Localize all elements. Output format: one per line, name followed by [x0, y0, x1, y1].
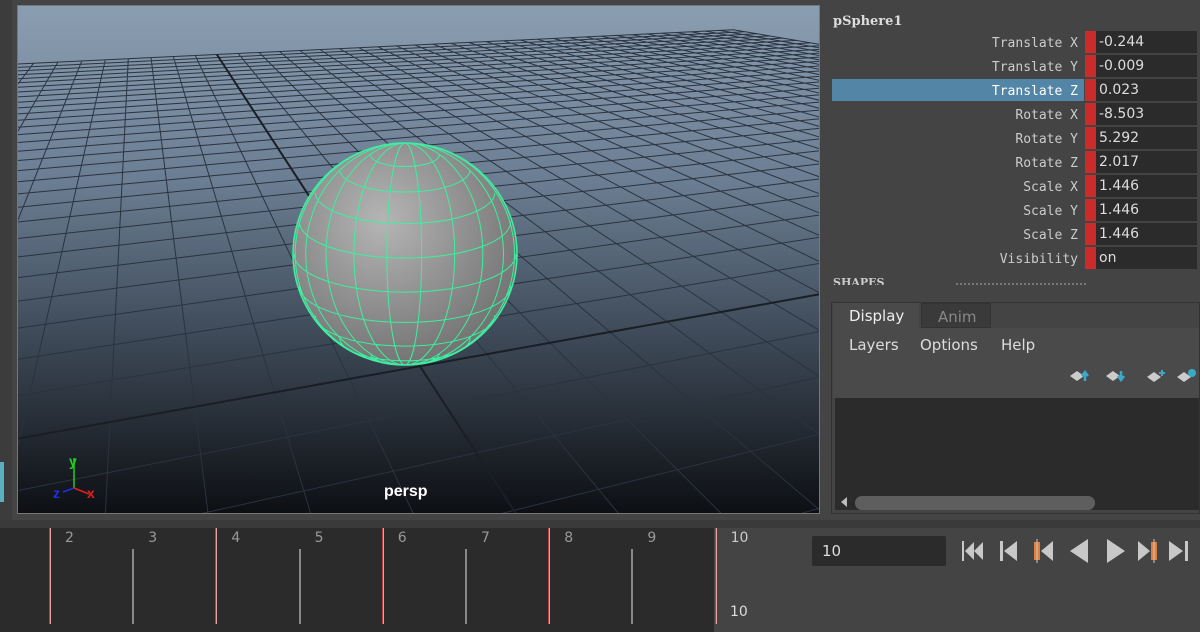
frame-tick	[215, 528, 218, 624]
channel-value-field[interactable]: 1.446	[1096, 199, 1197, 221]
sphere-object[interactable]	[18, 6, 820, 514]
current-frame-field[interactable]: 10	[812, 536, 946, 566]
horizontal-scrollbar[interactable]	[835, 494, 1199, 510]
channel-value-field[interactable]: 1.446	[1096, 223, 1197, 245]
frame-number: 6	[397, 530, 407, 546]
frame-number: 8	[564, 530, 574, 546]
channel-label[interactable]: Scale Y	[832, 199, 1084, 221]
menu-layers[interactable]: Layers	[849, 336, 899, 354]
channel-row[interactable]: Scale Y 1.446	[832, 199, 1198, 221]
move-layer-down-icon[interactable]	[1106, 369, 1128, 383]
scrollbar-thumb[interactable]	[855, 496, 1095, 510]
frame-number: 10	[730, 530, 749, 546]
scroll-left-arrow[interactable]	[841, 497, 847, 507]
keyed-indicator	[1085, 223, 1096, 245]
menu-options[interactable]: Options	[920, 336, 978, 354]
time-slider[interactable]: 10 2 3 4 5 6 7 8 9 10	[0, 528, 797, 632]
channel-row[interactable]: Rotate Z 2.017	[832, 151, 1198, 173]
current-frame-label: 10	[730, 604, 748, 620]
channel-row[interactable]: Scale X 1.446	[832, 175, 1198, 197]
left-shelf-strip	[0, 0, 12, 520]
frame-tick	[465, 549, 467, 624]
keyed-indicator	[1085, 151, 1096, 173]
keyed-indicator	[1085, 55, 1096, 77]
layer-editor: Display Anim Layers Options Help	[831, 302, 1200, 514]
layer-list[interactable]	[835, 398, 1199, 494]
new-layer-selected-icon[interactable]	[1177, 369, 1199, 383]
current-frame-marker[interactable]	[714, 528, 797, 632]
channel-label[interactable]: Rotate Y	[832, 127, 1084, 149]
new-layer-icon[interactable]	[1147, 369, 1169, 383]
channel-row[interactable]: Translate Y -0.009	[832, 55, 1198, 77]
layer-toolbar: Layers Options Help	[833, 328, 1199, 398]
channel-value-field[interactable]: -0.009	[1096, 55, 1197, 77]
step-back-key-button[interactable]	[1031, 538, 1059, 564]
go-to-start-button[interactable]	[960, 538, 988, 564]
channel-value-field[interactable]: 0.023	[1096, 79, 1197, 101]
step-forward-key-button[interactable]	[1135, 538, 1163, 564]
splitter-handle[interactable]	[956, 283, 1086, 285]
keyed-indicator	[1085, 103, 1096, 125]
frame-number: 9	[647, 530, 657, 546]
axis-gizmo: y x z	[53, 453, 95, 501]
frame-number: 2	[65, 530, 74, 546]
frame-number: 7	[481, 530, 490, 546]
axis-z-label: z	[53, 485, 60, 501]
play-backwards-button[interactable]	[1066, 538, 1094, 564]
channel-value-field[interactable]: -0.244	[1096, 31, 1197, 53]
channel-value-field[interactable]: 2.017	[1096, 151, 1197, 173]
frame-tick	[381, 528, 384, 624]
channel-label[interactable]: Scale X	[832, 175, 1084, 197]
object-name[interactable]: pSphere1	[833, 14, 902, 29]
channel-box: pSphere1 Translate X -0.244 Translate Y -0.…	[830, 0, 1200, 298]
play-forwards-button[interactable]	[1101, 538, 1129, 564]
tab-anim[interactable]: Anim	[921, 303, 991, 328]
channel-row[interactable]: Translate Z 0.023	[832, 79, 1198, 101]
frame-tick	[631, 549, 634, 624]
frame-tick	[298, 549, 301, 624]
shapes-section-label[interactable]: SHAPES	[833, 276, 884, 285]
frame-tick	[714, 528, 717, 624]
axis-x-label: x	[87, 485, 95, 501]
frame-tick	[132, 549, 135, 624]
frame-number: 4	[231, 530, 241, 546]
frame-tick	[548, 528, 551, 624]
channel-label[interactable]: Translate X	[832, 31, 1084, 53]
keyed-indicator	[1085, 247, 1096, 269]
channel-row[interactable]: Rotate Y 5.292	[832, 127, 1198, 149]
tab-display[interactable]: Display	[833, 303, 919, 328]
step-back-frame-button[interactable]	[997, 538, 1025, 564]
move-layer-up-icon[interactable]	[1070, 369, 1092, 383]
keyed-indicator	[1085, 127, 1096, 149]
channel-value-field[interactable]: 1.446	[1096, 175, 1197, 197]
channel-label[interactable]: Rotate X	[832, 103, 1084, 125]
keyed-indicator	[1085, 175, 1096, 197]
keyed-indicator	[1085, 31, 1096, 53]
step-forward-frame-button[interactable]	[1166, 538, 1194, 564]
perspective-viewport[interactable]: y x z persp	[17, 5, 820, 514]
channel-value-field[interactable]: 5.292	[1096, 127, 1197, 149]
channel-label[interactable]: Scale Z	[832, 223, 1084, 245]
left-panel-tab[interactable]	[0, 462, 4, 502]
channel-label[interactable]: Visibility	[832, 247, 1084, 269]
frame-number: 3	[148, 530, 158, 546]
panel-divider	[0, 520, 1200, 528]
channel-row[interactable]: Scale Z 1.446	[832, 223, 1198, 245]
channel-label[interactable]: Rotate Z	[832, 151, 1084, 173]
channel-value-field[interactable]: -8.503	[1096, 103, 1197, 125]
keyed-indicator	[1085, 79, 1096, 101]
frame-tick	[49, 528, 51, 624]
channel-row[interactable]: Rotate X -8.503	[832, 103, 1198, 125]
menu-help[interactable]: Help	[1001, 336, 1035, 354]
channel-label[interactable]: Translate Z	[832, 79, 1084, 101]
keyed-indicator	[1085, 199, 1096, 221]
camera-label: persp	[384, 483, 428, 500]
channel-value-field[interactable]: on	[1096, 247, 1197, 269]
channel-label[interactable]: Translate Y	[832, 55, 1084, 77]
channel-row[interactable]: Visibility on	[832, 247, 1198, 269]
frame-number: 5	[314, 530, 324, 546]
axis-y-label: y	[69, 453, 77, 469]
channel-row[interactable]: Translate X -0.244	[832, 31, 1198, 53]
